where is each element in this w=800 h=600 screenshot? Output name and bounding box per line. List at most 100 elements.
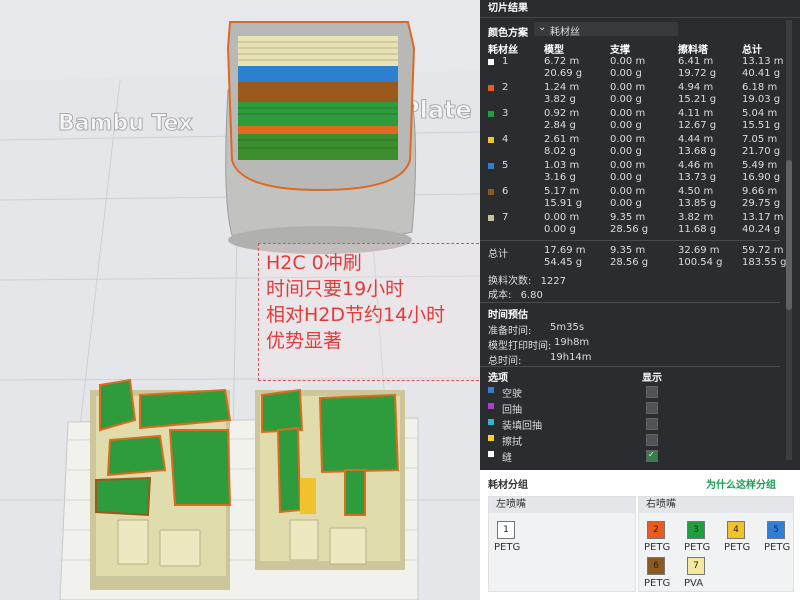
filament-support-g: 0.00 g — [610, 146, 642, 157]
filament-model-m: 5.17 m — [544, 186, 580, 197]
prep-time-label: 准备时间: — [488, 326, 532, 337]
print-time-value: 19h8m — [554, 337, 590, 348]
filament-color-swatch — [488, 163, 494, 169]
filament-model-g: 2.84 g — [544, 120, 576, 131]
filament-model-g: 8.02 g — [544, 146, 576, 157]
option-label: 缝 — [502, 453, 512, 464]
filament-color-swatch — [488, 189, 494, 195]
filament-total-g: 16.90 g — [742, 172, 781, 183]
left-nozzle-group: 左喷嘴 1 PETG — [488, 496, 636, 592]
prime-tower-model — [225, 21, 417, 254]
filament-tower-g: 11.68 g — [678, 224, 717, 235]
left-character — [90, 378, 232, 590]
filament-total-g: 40.24 g — [742, 224, 781, 235]
panel-scrollbar-thumb[interactable] — [786, 160, 792, 310]
filament-support-m: 0.00 m — [610, 186, 646, 197]
option-label: 回抽 — [502, 405, 522, 416]
filament-tower-g: 15.21 g — [678, 94, 717, 105]
filament-model-g: 15.91 g — [544, 198, 583, 209]
filament-model-g: 0.00 g — [544, 224, 576, 235]
why-grouping-link[interactable]: 为什么这样分组 — [706, 476, 776, 491]
filament-chip[interactable]: 4 — [727, 521, 745, 539]
filament-total-g: 19.03 g — [742, 94, 781, 105]
cost: 成本: 6.80 — [488, 286, 543, 301]
right-nozzle-title: 右喷嘴 — [639, 497, 793, 513]
option-show-checkbox[interactable] — [646, 434, 658, 446]
totals-support-m: 9.35 m — [610, 245, 646, 256]
col-filament: 耗材丝 — [488, 45, 518, 56]
filament-support-g: 0.00 g — [610, 120, 642, 131]
filament-support-g: 0.00 g — [610, 68, 642, 79]
filament-color-swatch — [488, 85, 494, 91]
filament-id: 6 — [502, 186, 509, 197]
filament-id: 5 — [502, 160, 509, 171]
filament-support-g: 0.00 g — [610, 198, 642, 209]
option-show-checkbox[interactable] — [646, 402, 658, 414]
option-show-checkbox[interactable] — [646, 450, 658, 462]
filament-color-swatch — [488, 59, 494, 65]
totals-model-m: 17.69 m — [544, 245, 586, 256]
option-label: 空驶 — [502, 389, 522, 400]
color-scheme-dropdown[interactable]: ⌄ 耗材丝 — [534, 22, 678, 38]
filament-grouping-panel: 耗材分组 为什么这样分组 左喷嘴 1 PETG 右喷嘴 2 PETG 3 PETG 4 PE… — [480, 470, 800, 600]
filament-id: 1 — [502, 56, 509, 67]
filament-tower-g: 12.67 g — [678, 120, 717, 131]
annotation-line: 优势显著 — [266, 330, 343, 352]
filament-chip-type: PVA — [684, 578, 704, 589]
filament-chip[interactable]: 5 — [767, 521, 785, 539]
filament-tower-g: 13.73 g — [678, 172, 717, 183]
filament-color-swatch — [488, 137, 494, 143]
col-prime-tower: 擦料塔 — [678, 45, 708, 56]
options-title: 选项 — [488, 373, 508, 384]
filament-total-m: 6.18 m — [742, 82, 778, 93]
filament-total-m: 5.49 m — [742, 160, 778, 171]
change-count: 换料次数: 1227 — [488, 272, 566, 287]
filament-tower-m: 6.41 m — [678, 56, 714, 67]
filament-id: 4 — [502, 134, 509, 145]
filament-color-swatch — [488, 111, 494, 117]
option-color-swatch — [488, 451, 494, 457]
filament-model-m: 1.24 m — [544, 82, 580, 93]
filament-chip[interactable]: 3 — [687, 521, 705, 539]
filament-chip[interactable]: 2 — [647, 521, 665, 539]
filament-id: 3 — [502, 108, 509, 119]
filament-total-m: 13.17 m — [742, 212, 784, 223]
filament-tower-m: 4.44 m — [678, 134, 714, 145]
filament-chip-type: PETG — [764, 542, 791, 553]
totals-tower-m: 32.69 m — [678, 245, 720, 256]
filament-id: 2 — [502, 82, 509, 93]
filament-model-g: 3.82 g — [544, 94, 576, 105]
left-nozzle-title: 左喷嘴 — [489, 497, 635, 513]
grouping-title: 耗材分组 — [488, 480, 528, 491]
totals-tower-g: 100.54 g — [678, 257, 723, 268]
filament-chip-type: PETG — [494, 542, 521, 553]
right-nozzle-group: 右喷嘴 2 PETG 3 PETG 4 PETG 5 PETG 6 PETG 7 PVA — [638, 496, 794, 592]
filament-tower-g: 13.85 g — [678, 198, 717, 209]
total-time-label: 总时间: — [488, 356, 522, 367]
filament-total-g: 29.75 g — [742, 198, 781, 209]
filament-tower-m: 4.11 m — [678, 108, 714, 119]
total-time-value: 19h14m — [550, 352, 592, 363]
filament-chip[interactable]: 1 — [497, 521, 515, 539]
filament-support-m: 0.00 m — [610, 56, 646, 67]
option-color-swatch — [488, 403, 494, 409]
filament-tower-m: 3.82 m — [678, 212, 714, 223]
option-label: 装填回抽 — [502, 421, 542, 432]
col-total: 总计 — [742, 45, 762, 56]
option-show-checkbox[interactable] — [646, 386, 658, 398]
option-label: 擦拭 — [502, 437, 522, 448]
filament-chip[interactable]: 6 — [647, 557, 665, 575]
filament-total-g: 15.51 g — [742, 120, 781, 131]
filament-total-m: 7.05 m — [742, 134, 778, 145]
totals-support-g: 28.56 g — [610, 257, 649, 268]
filament-support-g: 28.56 g — [610, 224, 649, 235]
filament-model-m: 6.72 m — [544, 56, 580, 67]
cost-value: 6.80 — [520, 290, 543, 301]
filament-tower-g: 13.68 g — [678, 146, 717, 157]
color-scheme-label: 颜色方案 — [488, 28, 528, 39]
filament-chip[interactable]: 7 — [687, 557, 705, 575]
filament-id: 7 — [502, 212, 509, 223]
option-show-checkbox[interactable] — [646, 418, 658, 430]
filament-model-m: 1.03 m — [544, 160, 580, 171]
slice-result-panel: 切片结果 颜色方案 ⌄ 耗材丝 耗材丝 模型 支撑 擦料塔 总计 1 6.72 m… — [480, 0, 800, 470]
